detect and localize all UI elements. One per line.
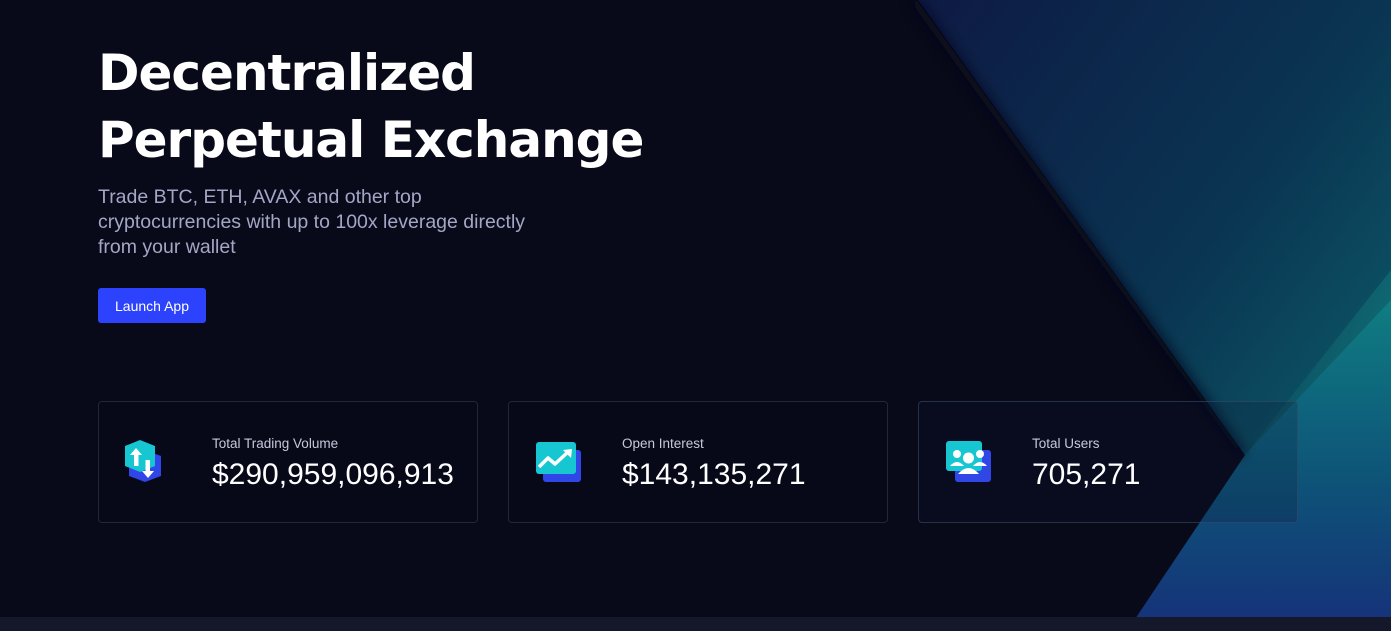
stat-value: $143,135,271 <box>622 458 806 491</box>
stat-label: Total Trading Volume <box>212 436 339 451</box>
stat-label: Total Users <box>1032 436 1100 451</box>
landing-page: Decentralized Perpetual Exchange Trade B… <box>0 0 1391 631</box>
stat-value: $290,959,096,913 <box>212 458 454 491</box>
stat-card-open-interest: Open Interest $143,135,271 <box>508 401 888 523</box>
hero-title: Decentralized Perpetual Exchange <box>98 44 644 169</box>
users-icon <box>946 441 991 482</box>
hero-section: Decentralized Perpetual Exchange Trade B… <box>98 40 718 260</box>
trade-arrows-icon <box>125 440 161 482</box>
section-divider <box>0 617 1391 631</box>
hero-subtitle: Trade BTC, ETH, AVAX and other top crypt… <box>98 186 526 258</box>
stat-card-trading-volume: Total Trading Volume $290,959,096,913 <box>98 401 478 523</box>
launch-app-button[interactable]: Launch App <box>98 288 206 323</box>
stat-value: 705,271 <box>1032 458 1141 491</box>
chart-trend-icon <box>536 442 581 482</box>
stat-label: Open Interest <box>622 436 704 451</box>
stat-card-total-users: Total Users 705,271 <box>918 401 1298 523</box>
